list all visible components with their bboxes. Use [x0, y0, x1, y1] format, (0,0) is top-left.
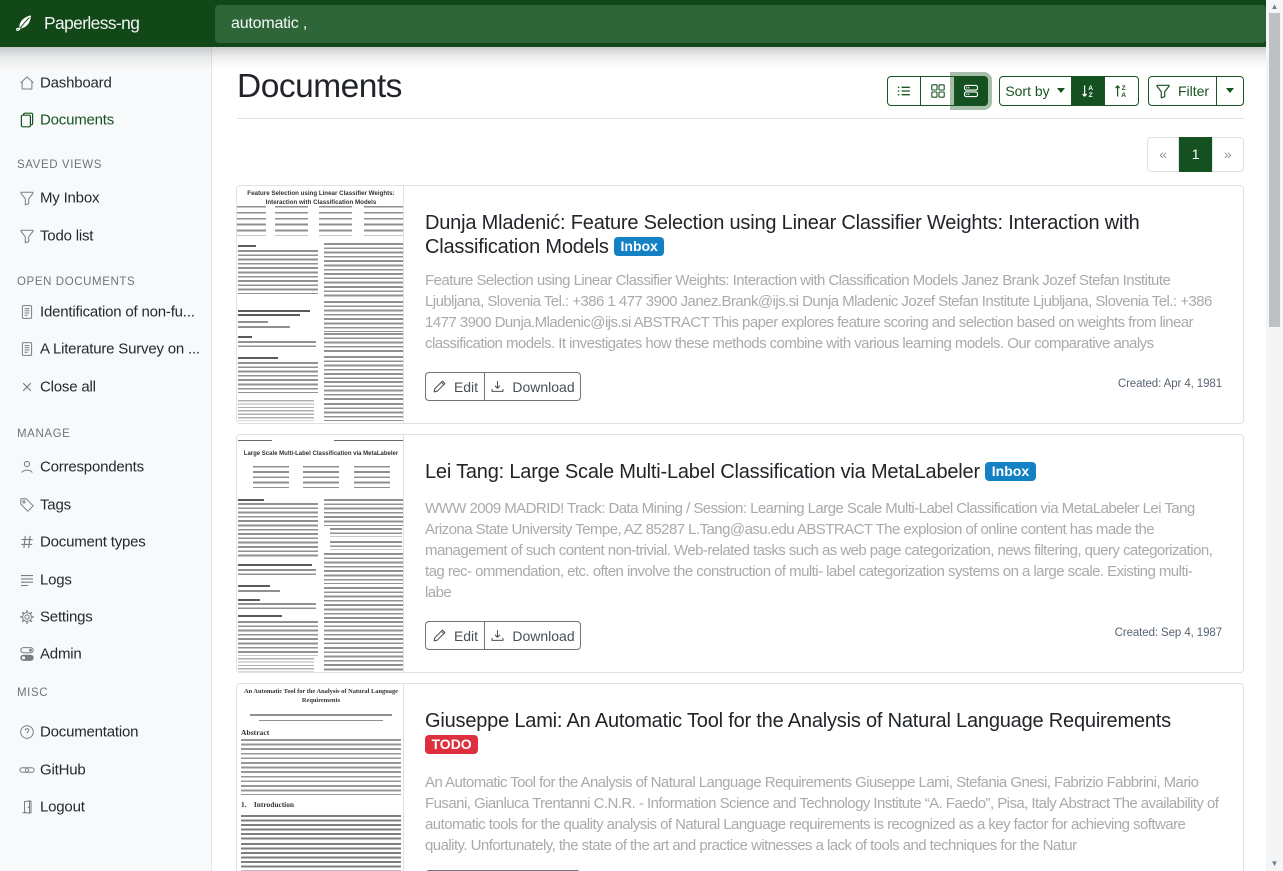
svg-text:Z: Z [1088, 92, 1092, 99]
svg-text:Z: Z [1122, 85, 1126, 92]
svg-text:A: A [1121, 92, 1126, 99]
svg-text:A: A [1088, 85, 1093, 92]
